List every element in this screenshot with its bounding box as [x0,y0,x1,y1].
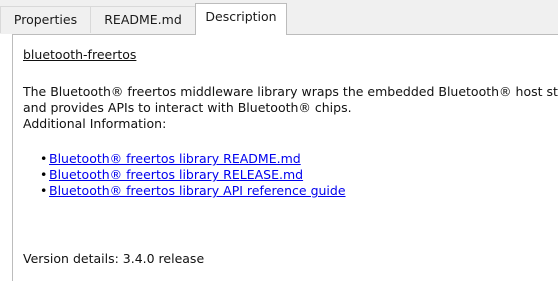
list-item: • Bluetooth® freertos library README.md [23,151,346,167]
description-paragraph: The Bluetooth® freertos middleware libra… [23,84,558,132]
bullet-icon: • [40,183,48,198]
bullet-icon: • [40,151,48,166]
tab-readme[interactable]: README.md [90,6,196,33]
list-item: • Bluetooth® freertos library RELEASE.md [23,167,346,183]
version-details: Version details: 3.4.0 release [23,251,205,266]
api-reference-link[interactable]: Bluetooth® freertos library API referenc… [49,183,346,198]
tab-bar: Properties README.md Description [0,0,558,35]
readme-link[interactable]: Bluetooth® freertos library README.md [49,151,301,166]
bullet-icon: • [40,167,48,182]
additional-info-label: Additional Information: [23,116,167,131]
release-link[interactable]: Bluetooth® freertos library RELEASE.md [49,167,303,182]
list-item: • Bluetooth® freertos library API refere… [23,183,346,199]
description-view-window: Properties README.md Description bluetoo… [0,0,558,281]
tab-description[interactable]: Description [195,3,287,35]
paragraph-line: The Bluetooth® freertos middleware libra… [23,84,558,99]
package-title: bluetooth-freertos [23,47,137,62]
link-list: • Bluetooth® freertos library README.md … [23,151,346,199]
tab-properties[interactable]: Properties [0,6,91,33]
description-panel: bluetooth-freertos The Bluetooth® freert… [12,34,558,281]
paragraph-line: and provides APIs to interact with Bluet… [23,100,352,115]
